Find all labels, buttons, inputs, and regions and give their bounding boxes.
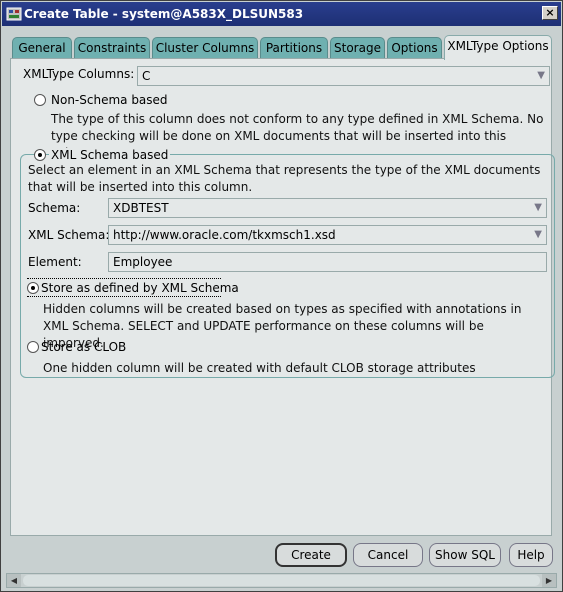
tab-storage[interactable]: Storage bbox=[330, 37, 385, 59]
xml-schema-value: http://www.oracle.com/tkxmsch1.xsd bbox=[113, 228, 336, 242]
tab-constraints[interactable]: Constraints bbox=[74, 37, 150, 59]
close-icon[interactable]: × bbox=[542, 6, 558, 20]
non-schema-radio[interactable] bbox=[34, 94, 46, 106]
schema-value: XDBTEST bbox=[113, 201, 169, 215]
horizontal-scrollbar[interactable]: ◀ ▶ bbox=[6, 573, 557, 588]
xmltype-columns-label: XMLType Columns: bbox=[23, 67, 135, 81]
help-button[interactable]: Help bbox=[509, 543, 553, 567]
chevron-down-icon: ▼ bbox=[534, 202, 542, 213]
xml-schema-select[interactable]: http://www.oracle.com/tkxmsch1.xsd ▼ bbox=[108, 225, 547, 245]
xml-schema-instruction: Select an element in an XML Schema that … bbox=[28, 163, 541, 194]
xmltype-columns-value: C bbox=[142, 69, 151, 83]
scroll-right-icon[interactable]: ▶ bbox=[542, 574, 556, 587]
tab-cluster-columns[interactable]: Cluster Columns bbox=[152, 37, 258, 59]
chevron-down-icon: ▼ bbox=[534, 229, 542, 240]
store-clob-radio[interactable] bbox=[27, 341, 39, 353]
non-schema-label[interactable]: Non-Schema based bbox=[51, 93, 168, 107]
schema-select[interactable]: XDBTEST ▼ bbox=[108, 198, 547, 218]
store-schema-radio[interactable] bbox=[27, 282, 39, 294]
window-title: Create Table - system@A583X_DLSUN583 bbox=[24, 7, 304, 21]
tab-options[interactable]: Options bbox=[387, 37, 442, 59]
title-bar[interactable]: Create Table - system@A583X_DLSUN583 × bbox=[2, 2, 561, 26]
create-table-window: Create Table - system@A583X_DLSUN583 × G… bbox=[0, 0, 563, 592]
xml-schema-based-label[interactable]: XML Schema based bbox=[49, 148, 171, 162]
xmltype-columns-select[interactable]: C ▼ bbox=[137, 66, 550, 86]
store-schema-label[interactable]: Store as defined by XML Schema bbox=[41, 281, 239, 295]
store-clob-label[interactable]: Store as CLOB bbox=[41, 340, 126, 354]
chevron-down-icon: ▼ bbox=[537, 70, 545, 81]
create-button[interactable]: Create bbox=[275, 543, 347, 567]
store-clob-description: One hidden column will be created with d… bbox=[43, 361, 476, 375]
xml-schema-radio[interactable] bbox=[34, 149, 46, 161]
tab-xmltype-options[interactable]: XMLType Options bbox=[444, 35, 552, 60]
element-select[interactable]: Employee bbox=[108, 252, 547, 272]
app-icon bbox=[6, 7, 22, 21]
tab-partitions[interactable]: Partitions bbox=[260, 37, 328, 59]
element-label: Element: bbox=[28, 255, 82, 269]
scrollbar-thumb[interactable] bbox=[23, 575, 540, 586]
element-value: Employee bbox=[113, 255, 173, 269]
cancel-button[interactable]: Cancel bbox=[353, 543, 423, 567]
schema-label: Schema: bbox=[28, 201, 81, 215]
show-sql-button[interactable]: Show SQL bbox=[429, 543, 501, 567]
xml-schema-label: XML Schema: bbox=[28, 228, 110, 242]
tab-general[interactable]: General bbox=[12, 37, 72, 59]
scroll-left-icon[interactable]: ◀ bbox=[7, 574, 21, 587]
